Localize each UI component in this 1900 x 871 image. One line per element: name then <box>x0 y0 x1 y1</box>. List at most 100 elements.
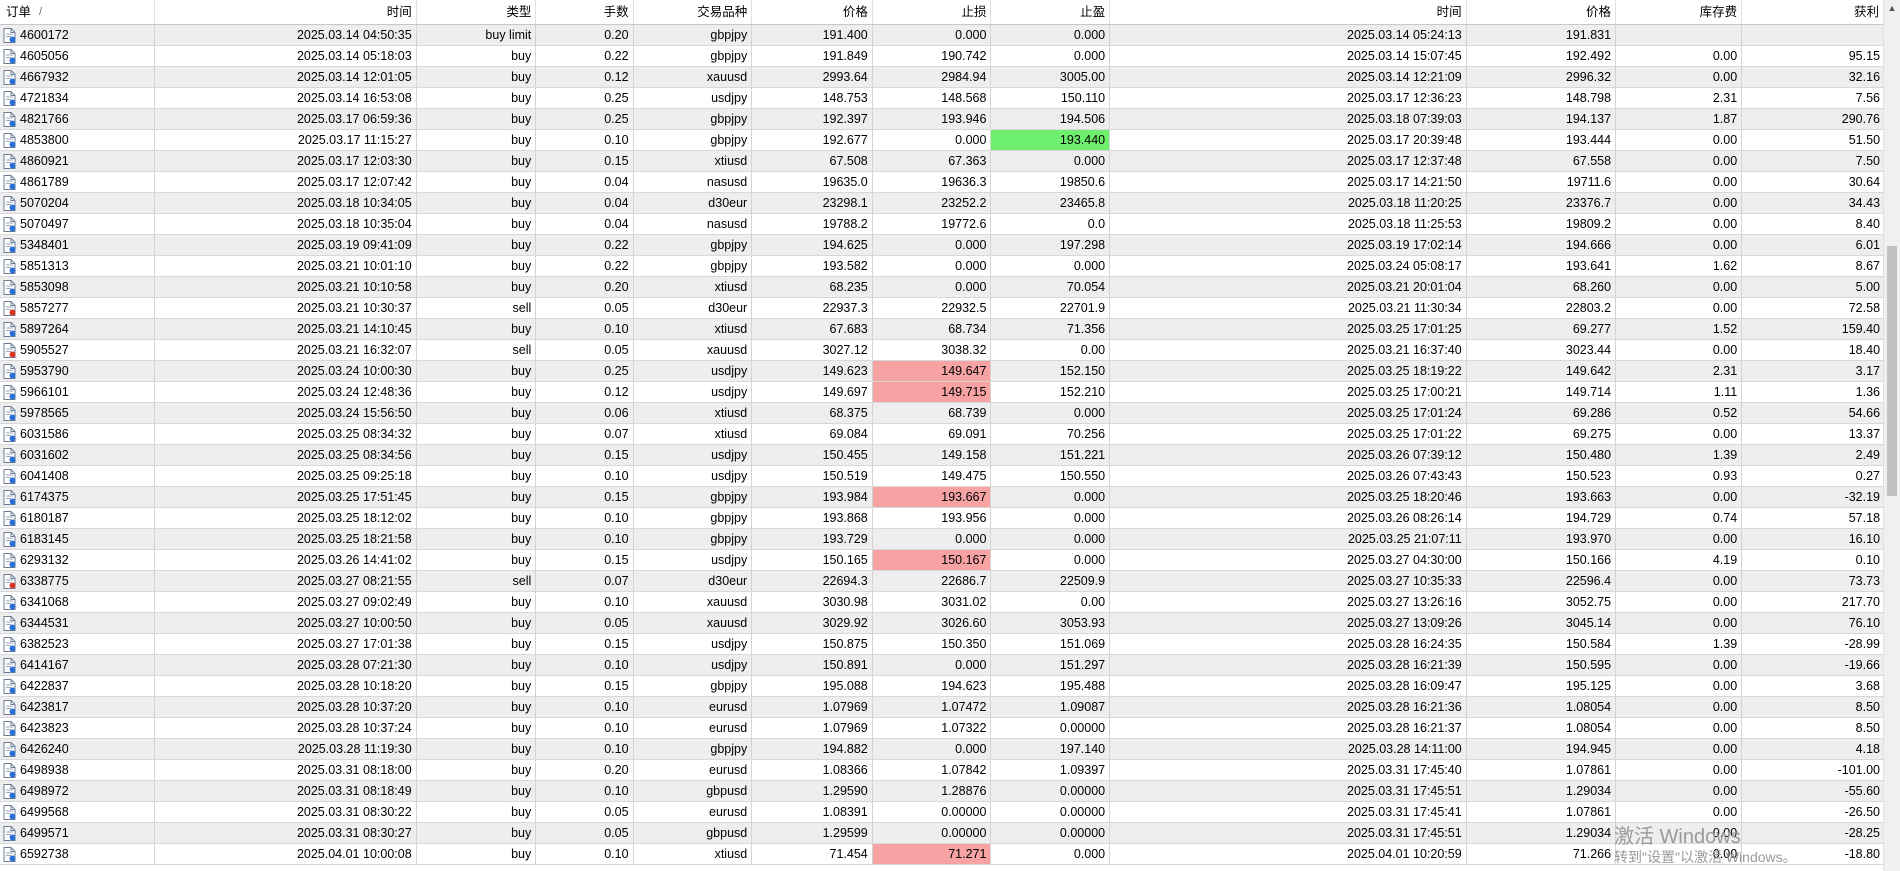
cell-symbol: xtiusd <box>634 319 753 339</box>
table-row[interactable]: 6183145 2025.03.25 18:21:58 buy 0.10 gbpjpy 1… <box>0 529 1884 550</box>
cell-order-type: buy <box>417 319 537 339</box>
table-row[interactable]: 4605056 2025.03.14 05:18:03 buy 0.22 gbpjpy 1… <box>0 46 1884 67</box>
cell-open-price: 69.084 <box>752 424 873 444</box>
cell-take-profit: 70.256 <box>991 424 1111 444</box>
table-row[interactable]: 6293132 2025.03.26 14:41:02 buy 0.15 usdjpy 1… <box>0 550 1884 571</box>
cell-symbol: xauusd <box>634 592 753 612</box>
cell-take-profit: 0.000 <box>991 550 1111 570</box>
table-row[interactable]: 5905527 2025.03.21 16:32:07 sell 0.05 xauusd… <box>0 340 1884 361</box>
table-row[interactable]: 6498972 2025.03.31 08:18:49 buy 0.10 gbpusd 1… <box>0 781 1884 802</box>
cell-profit: -18.80 <box>1844 847 1881 861</box>
header-price[interactable]: 价格 <box>752 0 873 24</box>
header-swap[interactable]: 库存费 <box>1616 0 1743 24</box>
cell-order-type: buy <box>417 781 537 801</box>
table-row[interactable]: 6414167 2025.03.28 07:21:30 buy 0.10 usdjpy 1… <box>0 655 1884 676</box>
cell-symbol: usdjpy <box>634 88 753 108</box>
cell-close-price: 67.558 <box>1467 151 1617 171</box>
cell-profit: -28.25 <box>1844 826 1881 840</box>
cell-profit: 217.70 <box>1841 595 1881 609</box>
cell-take-profit: 150.110 <box>991 88 1111 108</box>
table-row[interactable]: 4860921 2025.03.17 12:03:30 buy 0.15 xtiusd 6… <box>0 151 1884 172</box>
cell-open-time: 2025.03.27 10:00:50 <box>155 613 417 633</box>
table-row[interactable]: 4861789 2025.03.17 12:07:42 buy 0.04 nasusd 1… <box>0 172 1884 193</box>
cell-open-price: 23298.1 <box>752 193 873 213</box>
header-stop-loss[interactable]: 止损 <box>873 0 992 24</box>
scroll-thumb[interactable] <box>1887 246 1897 496</box>
cell-symbol: gbpusd <box>634 781 753 801</box>
table-row[interactable]: 5851313 2025.03.21 10:01:10 buy 0.22 gbpjpy 1… <box>0 256 1884 277</box>
cell-symbol: gbpjpy <box>634 256 753 276</box>
table-row[interactable]: 6031586 2025.03.25 08:34:32 buy 0.07 xtiusd 6… <box>0 424 1884 445</box>
table-row[interactable]: 5857277 2025.03.21 10:30:37 sell 0.05 d30eur… <box>0 298 1884 319</box>
table-row[interactable]: 4821766 2025.03.17 06:59:36 buy 0.25 gbpjpy 1… <box>0 109 1884 130</box>
order-id-label: 4853800 <box>20 133 69 147</box>
table-row[interactable]: 5966101 2025.03.24 12:48:36 buy 0.12 usdjpy 1… <box>0 382 1884 403</box>
cell-close-price: 71.266 <box>1467 844 1617 864</box>
order-id-label: 5851313 <box>20 259 69 273</box>
cell-swap <box>1616 25 1743 45</box>
buy-order-icon <box>3 363 16 379</box>
table-row[interactable]: 6423817 2025.03.28 10:37:20 buy 0.10 eurusd 1… <box>0 697 1884 718</box>
order-id-label: 5853098 <box>20 280 69 294</box>
table-row[interactable]: 6341068 2025.03.27 09:02:49 buy 0.10 xauusd 3… <box>0 592 1884 613</box>
cell-open-price: 22694.3 <box>752 571 873 591</box>
table-row[interactable]: 5070497 2025.03.18 10:35:04 buy 0.04 nasusd 1… <box>0 214 1884 235</box>
cell-open-price: 1.08366 <box>752 760 873 780</box>
cell-swap: 0.00 <box>1616 67 1743 87</box>
header-type[interactable]: 类型 <box>417 0 537 24</box>
table-row[interactable]: 6499571 2025.03.31 08:30:27 buy 0.05 gbpusd 1… <box>0 823 1884 844</box>
table-row[interactable]: 5978565 2025.03.24 15:56:50 buy 0.06 xtiusd 6… <box>0 403 1884 424</box>
header-symbol[interactable]: 交易品种 <box>634 0 753 24</box>
cell-close-time: 2025.03.17 12:37:48 <box>1110 151 1467 171</box>
table-row[interactable]: 6041408 2025.03.25 09:25:18 buy 0.10 usdjpy 1… <box>0 466 1884 487</box>
table-row[interactable]: 6422837 2025.03.28 10:18:20 buy 0.15 gbpjpy 1… <box>0 676 1884 697</box>
buy-order-icon <box>3 279 16 295</box>
header-close-price[interactable]: 价格 <box>1467 0 1617 24</box>
table-row[interactable]: 4853800 2025.03.17 11:15:27 buy 0.10 gbpjpy 1… <box>0 130 1884 151</box>
cell-take-profit: 0.00 <box>991 592 1111 612</box>
header-order[interactable]: 订单 / <box>0 0 156 24</box>
table-row[interactable]: 6498938 2025.03.31 08:18:00 buy 0.20 eurusd 1… <box>0 760 1884 781</box>
buy-order-icon <box>3 216 16 232</box>
table-row[interactable]: 6499568 2025.03.31 08:30:22 buy 0.05 eurusd 1… <box>0 802 1884 823</box>
header-open-time[interactable]: 时间 <box>155 0 417 24</box>
cell-stop-loss: 0.000 <box>873 256 992 276</box>
cell-close-price: 150.584 <box>1467 634 1617 654</box>
buy-order-icon <box>3 321 16 337</box>
table-row[interactable]: 6174375 2025.03.25 17:51:45 buy 0.15 gbpjpy 1… <box>0 487 1884 508</box>
table-row[interactable]: 5070204 2025.03.18 10:34:05 buy 0.04 d30eur 2… <box>0 193 1884 214</box>
header-lots[interactable]: 手数 <box>536 0 634 24</box>
order-id-label: 6423823 <box>20 721 69 735</box>
table-row[interactable]: 5953790 2025.03.24 10:00:30 buy 0.25 usdjpy 1… <box>0 361 1884 382</box>
cell-symbol: xauusd <box>634 67 753 87</box>
vertical-scrollbar[interactable]: ▲ <box>1883 0 1900 871</box>
table-row[interactable]: 5853098 2025.03.21 10:10:58 buy 0.20 xtiusd 6… <box>0 277 1884 298</box>
cell-open-time: 2025.03.24 15:56:50 <box>155 403 417 423</box>
header-close-time[interactable]: 时间 <box>1110 0 1467 24</box>
table-row[interactable]: 5897264 2025.03.21 14:10:45 buy 0.10 xtiusd 6… <box>0 319 1884 340</box>
table-row[interactable]: 4721834 2025.03.14 16:53:08 buy 0.25 usdjpy 1… <box>0 88 1884 109</box>
cell-stop-loss: 193.946 <box>873 109 992 129</box>
cell-stop-loss: 0.000 <box>873 235 992 255</box>
buy-order-icon <box>3 552 16 568</box>
table-row[interactable]: 6031602 2025.03.25 08:34:56 buy 0.15 usdjpy 1… <box>0 445 1884 466</box>
table-row[interactable]: 6338775 2025.03.27 08:21:55 sell 0.07 d30eur… <box>0 571 1884 592</box>
header-take-profit[interactable]: 止盈 <box>991 0 1111 24</box>
cell-order-type: buy <box>417 634 537 654</box>
table-row[interactable]: 6344531 2025.03.27 10:00:50 buy 0.05 xauusd 3… <box>0 613 1884 634</box>
table-row[interactable]: 6592738 2025.04.01 10:00:08 buy 0.10 xtiusd 7… <box>0 844 1884 865</box>
scroll-up-icon[interactable]: ▲ <box>1884 0 1900 16</box>
order-id-label: 4821766 <box>20 112 69 126</box>
cell-open-time: 2025.03.14 05:18:03 <box>155 46 417 66</box>
cell-order-type: buy <box>417 67 537 87</box>
header-profit[interactable]: 获利 <box>1742 0 1884 24</box>
cell-close-price: 149.714 <box>1467 382 1617 402</box>
table-row[interactable]: 5348401 2025.03.19 09:41:09 buy 0.22 gbpjpy 1… <box>0 235 1884 256</box>
table-row[interactable]: 6382523 2025.03.27 17:01:38 buy 0.15 usdjpy 1… <box>0 634 1884 655</box>
table-row[interactable]: 4600172 2025.03.14 04:50:35 buy limit 0.20 g… <box>0 25 1884 46</box>
table-row[interactable]: 6180187 2025.03.25 18:12:02 buy 0.10 gbpjpy 1… <box>0 508 1884 529</box>
table-row[interactable]: 6423823 2025.03.28 10:37:24 buy 0.10 eurusd 1… <box>0 718 1884 739</box>
table-row[interactable]: 6426240 2025.03.28 11:19:30 buy 0.10 gbpjpy 1… <box>0 739 1884 760</box>
table-row[interactable]: 4667932 2025.03.14 12:01:05 buy 0.12 xauusd 2… <box>0 67 1884 88</box>
cell-stop-loss: 193.956 <box>873 508 992 528</box>
